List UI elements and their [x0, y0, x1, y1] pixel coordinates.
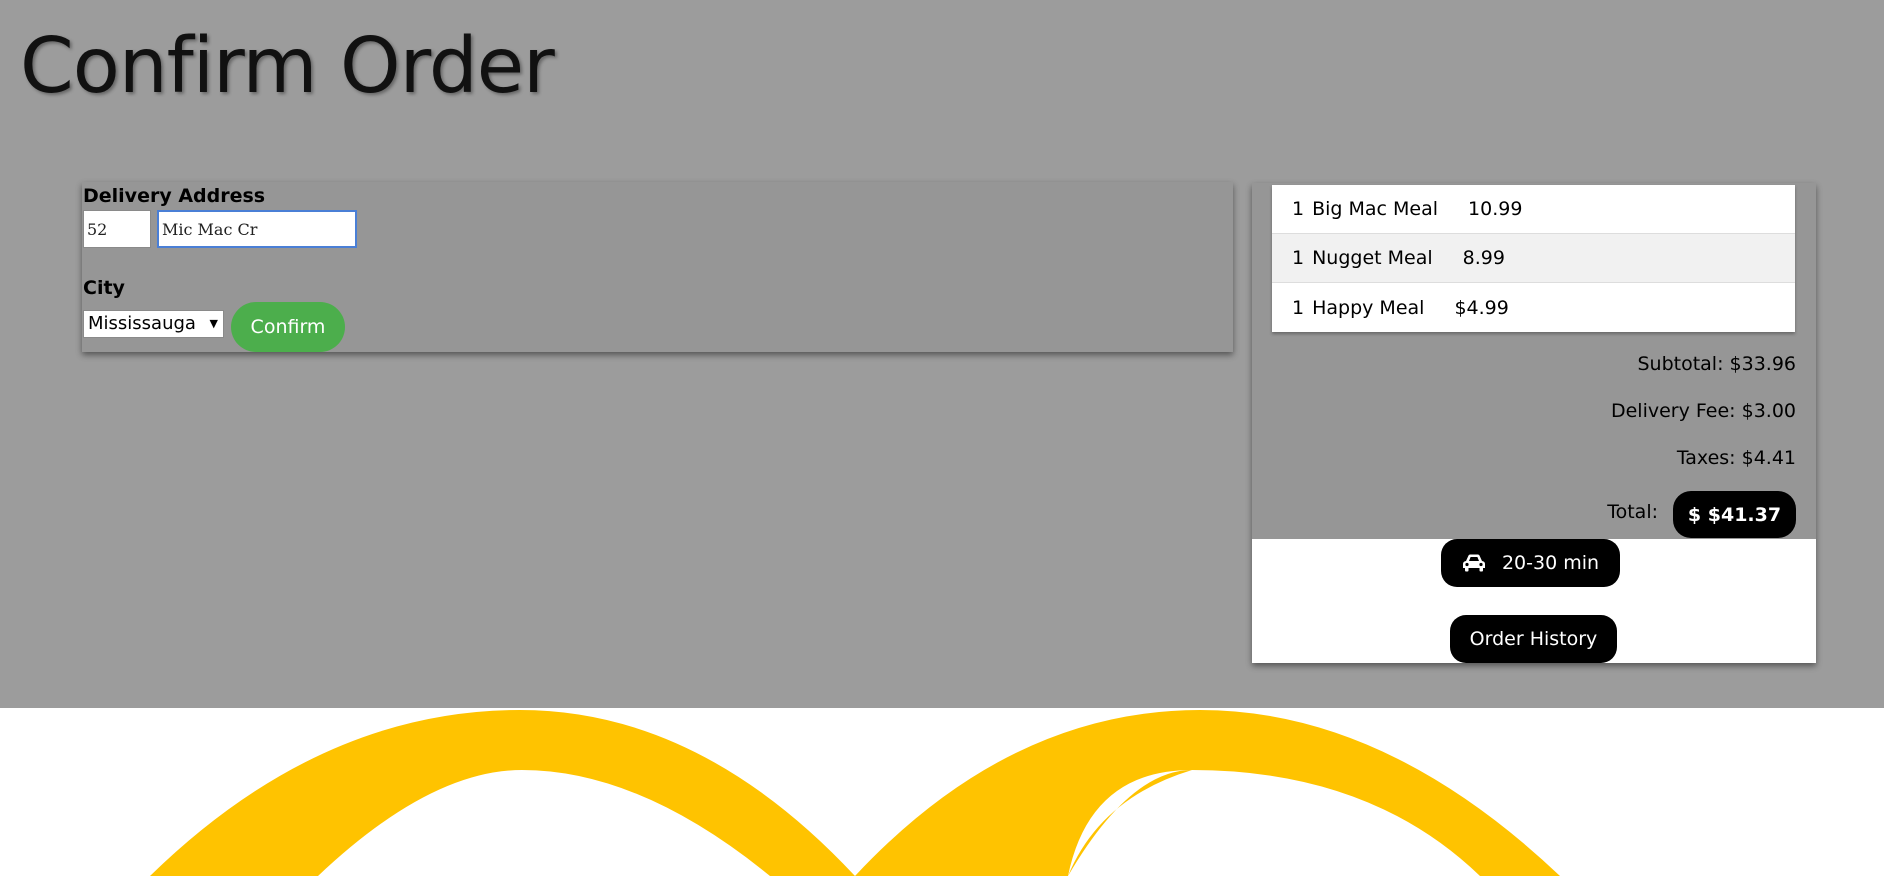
item-quantity: 1 [1292, 296, 1305, 319]
item-quantity: 1 [1292, 247, 1305, 269]
city-label: City [83, 277, 125, 299]
order-item: 1 Nugget Meal 8.99 [1272, 234, 1795, 283]
item-price: 10.99 [1468, 198, 1523, 220]
order-item: 1 Happy Meal $4.99 [1272, 283, 1795, 332]
delivery-address-label: Delivery Address [83, 185, 266, 207]
street-number-input[interactable] [83, 210, 151, 248]
street-name-input[interactable] [157, 210, 357, 248]
taxes: Taxes: $4.41 [1676, 447, 1796, 469]
item-name: Happy Meal [1312, 296, 1425, 319]
delivery-fee: Delivery Fee: $3.00 [1610, 400, 1796, 422]
golden-arches-logo [0, 708, 1884, 876]
delivery-eta-badge: 20-30 min [1441, 539, 1620, 587]
item-price: 8.99 [1462, 247, 1505, 269]
total-label: Total: [1607, 501, 1658, 523]
item-quantity: 1 [1292, 198, 1305, 220]
subtotal: Subtotal: $33.96 [1637, 353, 1796, 375]
order-summary: 1 Big Mac Meal 10.99 1 Nugget Meal 8.99 … [1252, 183, 1816, 663]
order-item: 1 Big Mac Meal 10.99 [1272, 185, 1795, 234]
item-price: $4.99 [1454, 296, 1509, 319]
car-icon [1462, 554, 1486, 572]
dropdown-arrow-icon: ▼ [209, 317, 218, 330]
eta-text: 20-30 min [1501, 552, 1600, 574]
order-item-list: 1 Big Mac Meal 10.99 1 Nugget Meal 8.99 … [1272, 185, 1795, 332]
city-select-value: Mississauga [88, 313, 196, 334]
content-area: Confirm Order Delivery Address City Miss… [0, 0, 1884, 708]
page-title: Confirm Order [20, 22, 555, 111]
confirm-button[interactable]: Confirm [231, 302, 345, 352]
item-name: Nugget Meal [1312, 247, 1433, 269]
item-name: Big Mac Meal [1312, 198, 1439, 220]
total-amount-badge: $ $41.37 [1673, 491, 1796, 538]
order-history-button[interactable]: Order History [1450, 615, 1617, 663]
city-select[interactable]: Mississauga ▼ [83, 310, 224, 338]
delivery-address-form: Delivery Address City Mississauga ▼ Conf… [82, 182, 1233, 352]
